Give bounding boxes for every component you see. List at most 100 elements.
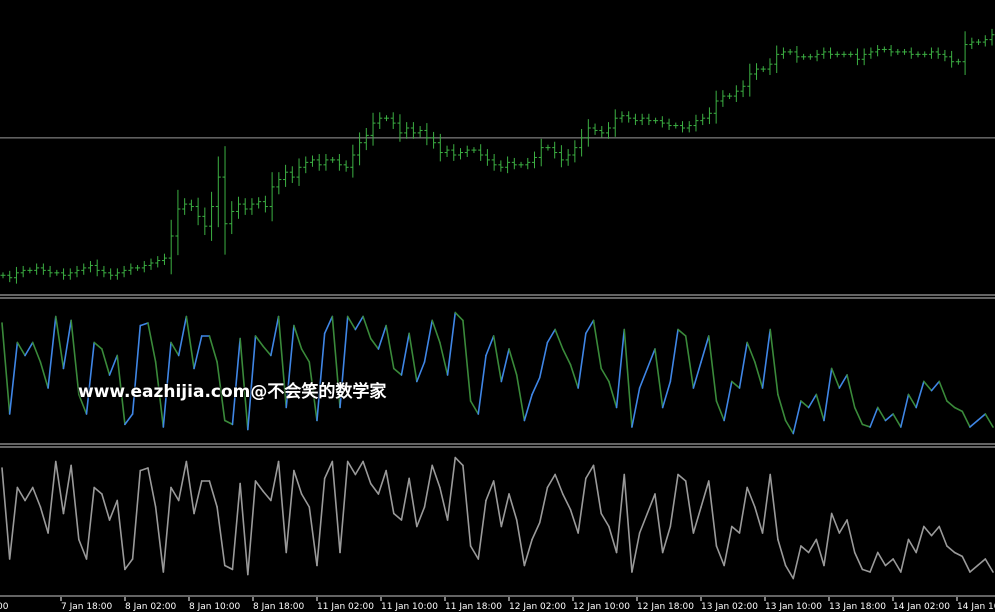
oscillator-1-segment bbox=[807, 393, 818, 409]
price-bar bbox=[612, 109, 618, 137]
oscillator-1-segment bbox=[554, 328, 564, 350]
price-bar bbox=[606, 122, 612, 139]
oscillator-1-segment bbox=[177, 315, 188, 357]
price-bar bbox=[498, 160, 504, 172]
time-axis-label: 00 bbox=[0, 602, 9, 612]
oscillator-2-segment bbox=[392, 512, 403, 521]
price-bar bbox=[774, 45, 780, 74]
oscillator-1-segment bbox=[139, 322, 149, 327]
oscillator-1-segment bbox=[1, 322, 11, 415]
oscillator-2-segment bbox=[907, 538, 917, 554]
price-bar bbox=[760, 66, 766, 73]
oscillator-2-segment bbox=[39, 506, 49, 534]
oscillator-1-segment bbox=[592, 319, 603, 370]
oscillator-2-segment bbox=[700, 480, 710, 508]
price-bar bbox=[532, 151, 538, 169]
oscillator-1-segment bbox=[531, 376, 541, 396]
price-bar bbox=[821, 47, 827, 59]
oscillator-1-segment bbox=[884, 413, 894, 422]
oscillator-1-segment bbox=[646, 348, 656, 370]
oscillator-1-segment bbox=[692, 361, 702, 389]
time-axis-label: 11 Jan 10:00 bbox=[381, 602, 438, 612]
price-bar bbox=[659, 116, 665, 128]
price-bar bbox=[834, 51, 840, 58]
oscillator-2-segment bbox=[400, 477, 410, 521]
price-bar bbox=[74, 265, 80, 278]
oscillator-1-segment bbox=[585, 319, 595, 335]
time-axis-label: 14 Jan 02:00 bbox=[893, 602, 950, 612]
oscillator-1-segment bbox=[515, 374, 526, 422]
oscillator-2-segment bbox=[239, 482, 249, 576]
price-bar bbox=[128, 263, 134, 275]
price-bar bbox=[888, 45, 894, 57]
oscillator-2-segment bbox=[861, 568, 871, 573]
price-bar bbox=[767, 58, 773, 75]
oscillator-1-segment bbox=[93, 341, 103, 350]
price-bar bbox=[754, 63, 760, 80]
oscillator-2-segment bbox=[139, 467, 149, 472]
oscillator-2-segment bbox=[270, 460, 280, 502]
price-bar bbox=[471, 147, 477, 154]
price-bar bbox=[148, 258, 154, 270]
oscillator-1-segment bbox=[600, 367, 610, 383]
oscillator-1-segment bbox=[408, 332, 418, 383]
price-bar bbox=[787, 48, 793, 55]
oscillator-2-segment bbox=[684, 480, 695, 534]
price-bar bbox=[565, 149, 571, 166]
oscillator-2-segment bbox=[78, 538, 88, 560]
oscillator-2-segment bbox=[131, 469, 142, 560]
price-bar bbox=[484, 149, 490, 166]
time-axis-label: 12 Jan 18:00 bbox=[637, 602, 694, 612]
oscillator-1-segment bbox=[323, 315, 334, 335]
oscillator-1-segment bbox=[423, 319, 434, 363]
price-bar bbox=[538, 138, 544, 167]
price-bar bbox=[161, 253, 167, 265]
price-bar bbox=[195, 197, 201, 226]
oscillator-1-segment bbox=[185, 315, 195, 370]
oscillator-2-segment bbox=[953, 551, 964, 558]
price-bar bbox=[249, 198, 255, 215]
price-bar bbox=[915, 51, 921, 58]
oscillator-1-segment bbox=[684, 335, 695, 389]
oscillator-1-segment bbox=[354, 315, 364, 331]
oscillator-2-segment bbox=[915, 525, 925, 554]
price-bar bbox=[619, 111, 625, 123]
price-bar bbox=[114, 268, 120, 280]
price-bar bbox=[370, 112, 376, 146]
price-bar bbox=[854, 48, 860, 66]
oscillator-2-segment bbox=[600, 512, 610, 528]
oscillator-2-segment bbox=[1, 467, 11, 560]
oscillator-2-segment bbox=[585, 464, 595, 480]
oscillator-1-segment bbox=[392, 367, 403, 376]
oscillator-2-segment bbox=[16, 486, 26, 502]
oscillator-2-segment bbox=[638, 512, 649, 534]
oscillator-1-segment bbox=[277, 315, 288, 409]
oscillator-1-segment bbox=[869, 406, 879, 428]
oscillator-1-segment bbox=[508, 348, 518, 376]
price-bar bbox=[814, 49, 820, 62]
price-bar bbox=[81, 263, 87, 275]
price-bar bbox=[121, 265, 127, 278]
oscillator-2-segment bbox=[193, 480, 203, 515]
time-axis-label: 13 Jan 10:00 bbox=[765, 602, 822, 612]
oscillator-2-segment bbox=[546, 473, 556, 489]
price-bar bbox=[935, 47, 941, 59]
price-bar bbox=[794, 46, 800, 63]
oscillator-2-segment bbox=[492, 480, 503, 528]
oscillator-2-segment bbox=[608, 525, 618, 554]
oscillator-2-segment bbox=[162, 486, 172, 573]
oscillator-1-segment bbox=[54, 315, 65, 370]
price-bar bbox=[969, 37, 975, 49]
oscillator-1-segment bbox=[800, 400, 810, 409]
oscillator-2-segment bbox=[930, 525, 941, 537]
oscillator-1-segment bbox=[377, 324, 387, 350]
oscillator-1-segment bbox=[154, 361, 165, 428]
price-bar bbox=[20, 265, 26, 278]
oscillator-2-segment bbox=[170, 486, 180, 502]
price-bar bbox=[922, 51, 928, 58]
price-bar bbox=[175, 189, 181, 256]
oscillator-2-segment bbox=[892, 558, 902, 573]
price-bar bbox=[256, 197, 262, 209]
oscillator-1-segment bbox=[738, 341, 748, 389]
time-axis-label: 11 Jan 18:00 bbox=[445, 602, 502, 612]
